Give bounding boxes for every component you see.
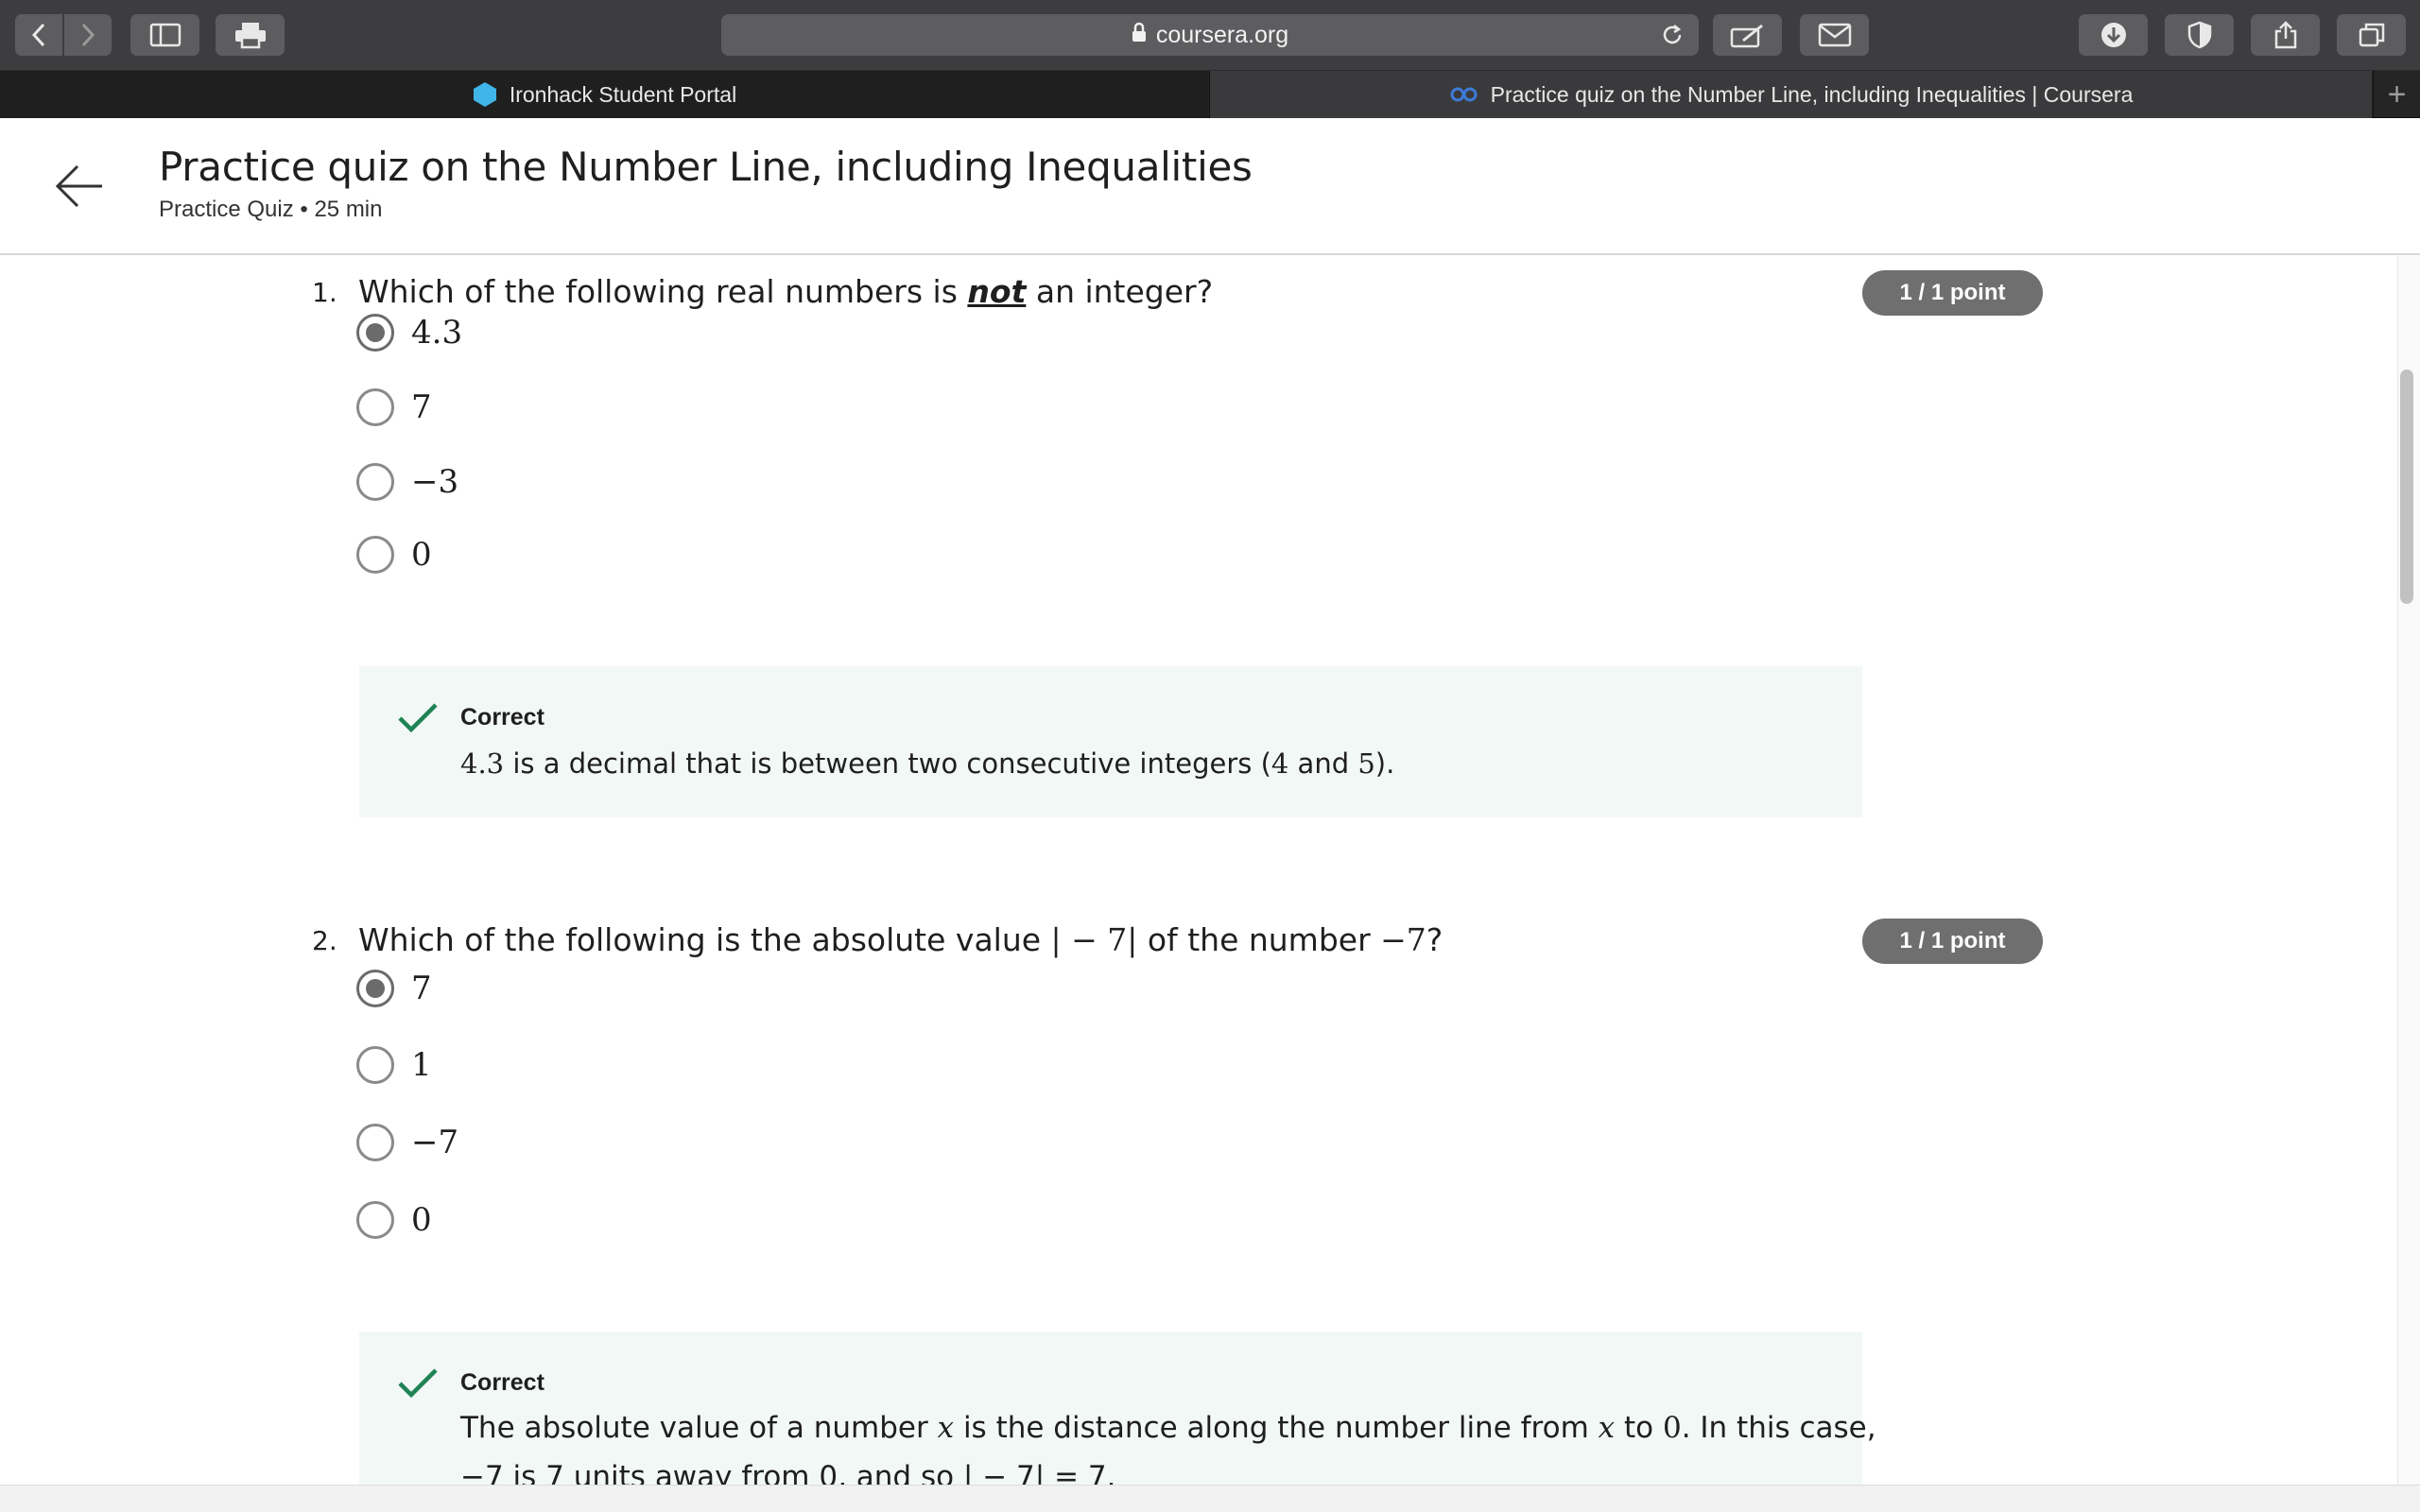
option[interactable]: 7 (356, 387, 432, 428)
points-badge: 1 / 1 point (1862, 270, 2043, 316)
option-label: 1 (411, 1046, 432, 1084)
option-label: 7 (411, 388, 432, 426)
sidebar-icon (149, 23, 181, 47)
chevron-right-icon (81, 23, 95, 47)
feedback-status: Correct (460, 1369, 544, 1396)
quiz-content: 1. Which of the following real numbers i… (0, 256, 2397, 1485)
feedback-text: The absolute value of a number x is the … (460, 1411, 1876, 1445)
shield-icon (2187, 21, 2211, 49)
option-label: 4.3 (411, 314, 463, 352)
quiz-header: Practice quiz on the Number Line, includ… (0, 119, 2420, 255)
share-button[interactable] (2251, 14, 2320, 56)
radio-button[interactable] (356, 463, 394, 501)
radio-button[interactable] (356, 970, 394, 1007)
scrollbar-thumb[interactable] (2400, 369, 2413, 604)
question-number: 1. (312, 277, 337, 308)
chevron-left-icon (31, 23, 45, 47)
tab-bar: Ironhack Student Portal Practice quiz on… (0, 71, 2420, 118)
radio-button[interactable] (356, 388, 394, 426)
question-text: Which of the following real numbers is n… (358, 273, 1214, 310)
page-subtitle: Practice Quiz • 25 min (159, 197, 383, 222)
mail-icon (1818, 23, 1851, 47)
radio-button[interactable] (356, 1046, 394, 1084)
reload-icon[interactable] (1659, 22, 1685, 55)
share-icon (2274, 21, 2296, 49)
option[interactable]: 7 (356, 968, 432, 1009)
option[interactable]: 0 (356, 534, 432, 576)
checkmark-icon (397, 1367, 439, 1404)
option[interactable]: 0 (356, 1199, 432, 1241)
downloads-button[interactable] (2079, 14, 2148, 56)
privacy-button[interactable] (2165, 14, 2234, 56)
tab-coursera[interactable]: Practice quiz on the Number Line, includ… (1209, 71, 2372, 118)
option[interactable]: −3 (356, 461, 458, 503)
feedback-text: 4.3 is a decimal that is between two con… (460, 747, 1395, 780)
mail-button[interactable] (1800, 14, 1869, 56)
question-text: Which of the following is the absolute v… (358, 921, 1443, 958)
lock-icon (1132, 22, 1147, 49)
printer-icon (234, 23, 266, 49)
print-button[interactable] (216, 14, 285, 56)
status-bar (0, 1485, 2420, 1512)
checkmark-icon (397, 702, 439, 739)
tab-label: Practice quiz on the Number Line, includ… (1490, 81, 2134, 107)
radio-button[interactable] (356, 1201, 394, 1239)
signature-icon (1730, 24, 1763, 48)
tab-ironhack[interactable]: Ironhack Student Portal (0, 71, 1208, 118)
url-text: coursera.org (1155, 21, 1289, 48)
sidebar-toggle-button[interactable] (130, 14, 199, 56)
radio-button[interactable] (356, 536, 394, 574)
option-label: 0 (411, 1201, 432, 1239)
forward-button[interactable] (64, 14, 112, 56)
tabs-icon (2359, 23, 2384, 47)
feedback-box: Correct 4.3 is a decimal that is between… (359, 666, 1862, 817)
new-tab-button[interactable]: + (2373, 71, 2420, 118)
radio-button[interactable] (356, 1124, 394, 1161)
markup-button[interactable] (1713, 14, 1782, 56)
coursera-logo-icon (1449, 86, 1479, 103)
back-arrow-icon[interactable] (53, 163, 106, 215)
page-title: Practice quiz on the Number Line, includ… (159, 144, 1253, 190)
tab-label: Ironhack Student Portal (509, 81, 737, 107)
tabs-overview-button[interactable] (2337, 14, 2406, 56)
feedback-status: Correct (460, 704, 544, 730)
feedback-box: Correct The absolute value of a number x… (359, 1332, 1876, 1485)
page-scrollbar[interactable] (2397, 256, 2420, 1485)
browser-toolbar: coursera.org (0, 0, 2420, 71)
download-icon (2100, 23, 2126, 47)
option-label: 7 (411, 970, 432, 1007)
emphasis-text: not (967, 273, 1027, 310)
ironhack-logo-icon (472, 81, 498, 108)
option-label: −3 (411, 463, 459, 501)
feedback-text-line2: −7 is 7 units away from 0, and so | − 7|… (460, 1460, 1116, 1485)
option[interactable]: 1 (356, 1044, 432, 1086)
question-number: 2. (312, 925, 337, 956)
option[interactable]: 4.3 (356, 312, 462, 353)
option[interactable]: −7 (356, 1122, 458, 1163)
address-bar[interactable]: coursera.org (721, 14, 1699, 56)
option-label: −7 (411, 1124, 459, 1161)
back-button[interactable] (15, 14, 62, 56)
points-badge: 1 / 1 point (1862, 919, 2043, 964)
option-label: 0 (411, 536, 432, 574)
radio-button[interactable] (356, 314, 394, 352)
